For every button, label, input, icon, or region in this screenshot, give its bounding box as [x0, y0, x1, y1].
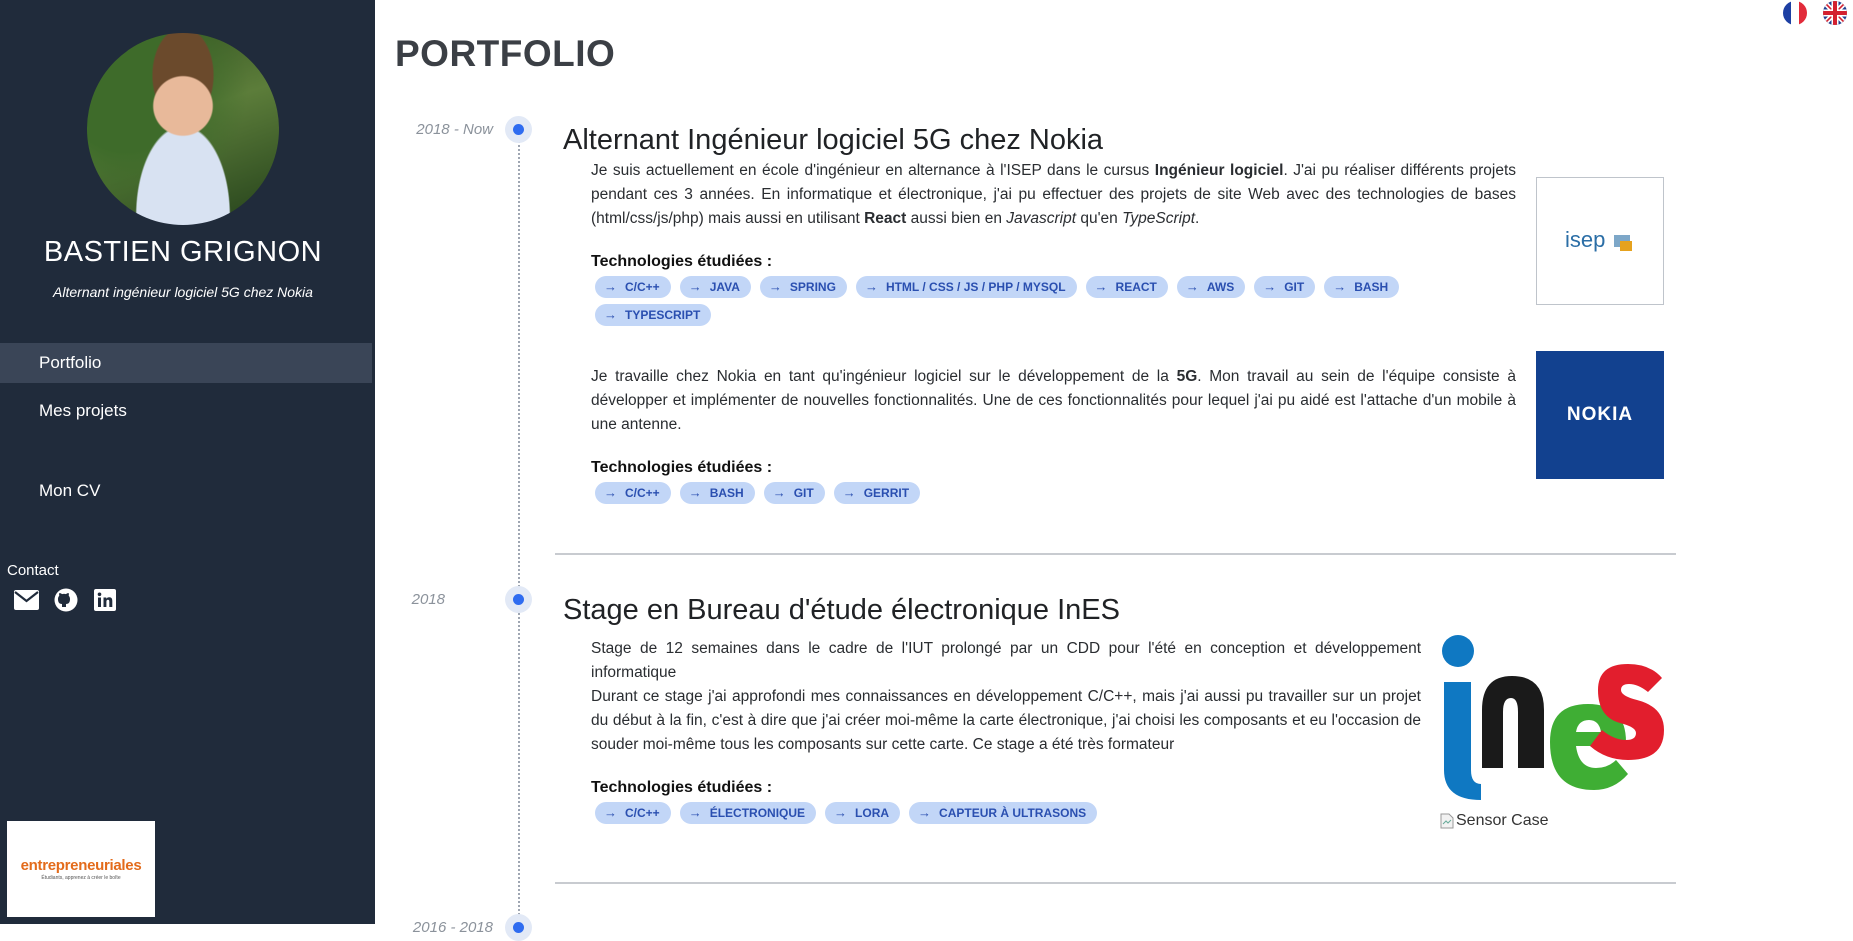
- arrow-right-icon: →: [604, 279, 617, 294]
- profile-subtitle: Alternant ingénieur logiciel 5G chez Nok…: [53, 284, 313, 300]
- profile-name: BASTIEN GRIGNON: [43, 236, 323, 268]
- entry-description: Stage de 12 semaines dans le cadre de l'…: [591, 640, 1421, 681]
- tech-tag[interactable]: → BASH: [679, 482, 755, 504]
- tag-list: → C/C++ → BASH → GIT → GERRIT: [595, 482, 1455, 504]
- tech-tag[interactable]: → SPRING: [759, 276, 847, 298]
- tech-tag-label: CAPTEUR À ULTRASONS: [939, 806, 1087, 820]
- nav-item-projects[interactable]: Mes projets: [0, 391, 372, 431]
- tech-tag-label: HTML / CSS / JS / PHP / MYSQL: [885, 280, 1066, 294]
- linkedin-icon[interactable]: [92, 588, 117, 611]
- tech-tag-label: LORA: [855, 806, 890, 820]
- tech-tag[interactable]: → BASH: [1324, 276, 1400, 298]
- entry-description: Je suis actuellement en école d'ingénieu…: [591, 162, 1516, 227]
- page-title: PORTFOLIO: [395, 33, 616, 74]
- tech-tag[interactable]: → GERRIT: [833, 482, 921, 504]
- tech-tag-label: GIT: [793, 486, 814, 500]
- tech-tag[interactable]: → ÉLECTRONIQUE: [679, 802, 817, 824]
- tech-tag-label: AWS: [1206, 280, 1235, 294]
- entry-date: 2016 - 2018: [412, 919, 493, 936]
- arrow-right-icon: →: [688, 485, 702, 500]
- arrow-right-icon: →: [1185, 279, 1199, 294]
- arrow-right-icon: →: [834, 805, 848, 820]
- tech-tag[interactable]: → AWS: [1176, 276, 1246, 298]
- tech-tag[interactable]: → GIT: [763, 482, 825, 504]
- tech-tag[interactable]: → CAPTEUR À ULTRASONS: [909, 802, 1098, 824]
- arrow-right-icon: →: [864, 279, 878, 294]
- isep-logo-text: isep: [1565, 227, 1605, 252]
- tech-tag[interactable]: → HTML / CSS / JS / PHP / MYSQL: [855, 276, 1077, 298]
- ines-logo: [1438, 634, 1664, 804]
- tech-tag[interactable]: → LORA: [825, 802, 901, 824]
- tech-tag-label: TYPESCRIPT: [625, 308, 701, 322]
- timeline-dot: [505, 116, 532, 143]
- arrow-right-icon: →: [604, 485, 617, 500]
- tech-tag[interactable]: → GIT: [1254, 276, 1316, 298]
- tag-list: → C/C++ → JAVA → SPRING → HTML / CSS / JS / PHP…: [595, 276, 1455, 326]
- timeline-dot: [505, 586, 532, 613]
- arrow-right-icon: →: [604, 805, 617, 820]
- entry-date: 2018 - Now: [416, 121, 493, 138]
- arrow-right-icon: →: [1094, 279, 1108, 294]
- nav-item-portfolio[interactable]: Portfolio: [0, 343, 372, 383]
- timeline-line: [518, 130, 520, 930]
- tech-tag-label: C/C++: [625, 280, 660, 294]
- tech-tag[interactable]: → JAVA: [679, 276, 751, 298]
- nokia-logo-text: NOKIA: [1566, 404, 1634, 425]
- tech-tag[interactable]: → C/C++: [595, 482, 671, 504]
- nav-item-cv[interactable]: Mon CV: [0, 471, 372, 511]
- entry-description: Je travaille chez Nokia en tant qu'ingén…: [591, 368, 1516, 433]
- tech-tag-label: SPRING: [789, 280, 836, 294]
- tag-list: → C/C++ → ÉLECTRONIQUE → LORA → CAPTEUR À ULTRA…: [595, 802, 1395, 824]
- tech-tag[interactable]: → C/C++: [595, 802, 671, 824]
- tech-tag-label: REACT: [1115, 280, 1157, 294]
- arrow-right-icon: →: [1333, 279, 1347, 294]
- arrow-right-icon: →: [918, 805, 932, 820]
- tech-label: Technologies étudiées :: [591, 779, 773, 796]
- tech-tag[interactable]: → REACT: [1085, 276, 1168, 298]
- tech-tag[interactable]: → C/C++: [595, 276, 671, 298]
- github-icon[interactable]: [53, 588, 78, 611]
- envelope-icon[interactable]: [14, 588, 39, 611]
- divider: [555, 553, 1676, 555]
- broken-image-alt: Sensor Case: [1456, 812, 1549, 829]
- arrow-right-icon: →: [604, 307, 617, 322]
- isep-logo: isep: [1536, 177, 1664, 305]
- contact-label: Contact: [7, 562, 59, 579]
- fr-flag-icon[interactable]: [1783, 1, 1807, 25]
- tech-tag-label: BASH: [709, 486, 744, 500]
- tech-tag-label: C/C++: [625, 486, 660, 500]
- sidebar: BASTIEN GRIGNON Alternant ingénieur logi…: [0, 0, 375, 924]
- sponsor-title: entrepreneuriales: [20, 857, 142, 874]
- tech-tag-label: GERRIT: [863, 486, 910, 500]
- tech-label: Technologies étudiées :: [591, 253, 773, 270]
- timeline-dot: [505, 914, 532, 941]
- arrow-right-icon: →: [772, 485, 786, 500]
- uk-flag-icon[interactable]: [1823, 1, 1847, 25]
- entry-description: Durant ce stage j'ai approfondi mes conn…: [591, 688, 1421, 753]
- contact-icons: [14, 588, 117, 611]
- tech-tag-label: C/C++: [625, 806, 660, 820]
- sponsor-logo[interactable]: entrepreneuriales Étudiants, apprenez à …: [7, 821, 155, 917]
- entry-date: 2018: [411, 591, 445, 608]
- broken-image: Sensor Case: [1440, 812, 1549, 830]
- sponsor-tagline: Étudiants, apprenez à créer le boîte: [41, 875, 121, 881]
- nokia-logo: NOKIA: [1536, 351, 1664, 479]
- tech-label: Technologies étudiées :: [591, 459, 773, 476]
- avatar: [87, 33, 279, 225]
- arrow-right-icon: →: [688, 279, 702, 294]
- arrow-right-icon: →: [688, 805, 702, 820]
- arrow-right-icon: →: [1263, 279, 1277, 294]
- entry-title: Alternant Ingénieur logiciel 5G chez Nok…: [563, 124, 1104, 156]
- broken-image-icon: [1440, 813, 1454, 829]
- arrow-right-icon: →: [842, 485, 856, 500]
- tech-tag-label: BASH: [1354, 280, 1389, 294]
- tech-tag-label: JAVA: [709, 280, 740, 294]
- divider: [555, 882, 1676, 884]
- entry-title: Stage en Bureau d'étude électronique InE…: [563, 594, 1120, 626]
- arrow-right-icon: →: [768, 279, 782, 294]
- tech-tag-label: GIT: [1284, 280, 1305, 294]
- tech-tag[interactable]: → TYPESCRIPT: [595, 304, 712, 326]
- tech-tag-label: ÉLECTRONIQUE: [709, 806, 806, 820]
